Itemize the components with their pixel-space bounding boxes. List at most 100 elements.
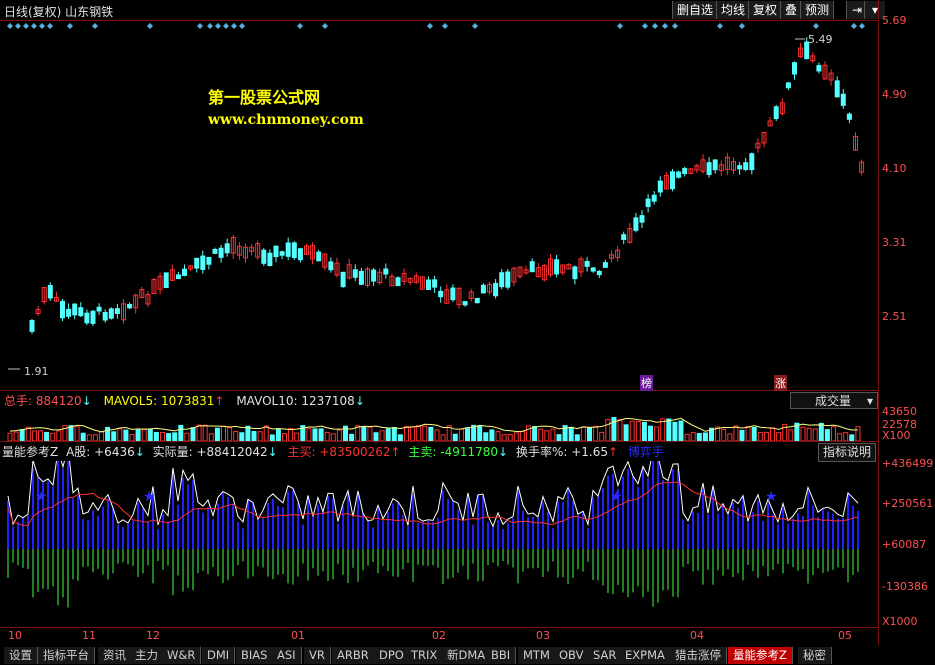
candle-body bbox=[639, 215, 645, 223]
high-marker: 5.49 bbox=[808, 33, 833, 46]
volume-bar bbox=[739, 429, 745, 441]
volume-bar bbox=[239, 432, 245, 441]
a-shares-value: A股: +6436 bbox=[66, 445, 135, 459]
date-label: 03 bbox=[536, 629, 550, 642]
tab-8[interactable]: VR bbox=[304, 647, 331, 664]
main-sell-value: 主卖: -4911780 bbox=[408, 445, 499, 459]
volume-bar bbox=[745, 425, 751, 441]
volume-bar bbox=[556, 434, 562, 441]
adjust-button[interactable]: 复权 bbox=[748, 1, 782, 19]
volume-bar bbox=[324, 431, 330, 441]
candle-body bbox=[712, 159, 718, 171]
volume-bar bbox=[373, 432, 379, 441]
volume-bar bbox=[440, 434, 446, 441]
tab-10[interactable]: DPO bbox=[374, 647, 410, 664]
candle-body bbox=[102, 311, 108, 321]
moving-average-button[interactable]: 均线 bbox=[716, 1, 750, 19]
event-badge[interactable]: 涨 bbox=[774, 375, 787, 391]
tab-16[interactable]: SAR bbox=[588, 647, 623, 664]
volume-bar bbox=[80, 432, 86, 441]
tab-6[interactable]: BIAS bbox=[236, 647, 274, 664]
tab-1[interactable]: 指标平台 bbox=[38, 647, 95, 664]
volume-bar bbox=[818, 422, 824, 441]
candle-body bbox=[316, 251, 322, 262]
volume-bar bbox=[275, 429, 281, 441]
signal-marker bbox=[7, 23, 13, 29]
game-hands-label: 博弈手 bbox=[627, 445, 664, 459]
tab-7[interactable]: ASI bbox=[272, 647, 302, 664]
candle-body bbox=[218, 247, 224, 258]
volume-bar bbox=[312, 428, 318, 441]
candle-body bbox=[340, 271, 346, 288]
volume-bar bbox=[599, 431, 605, 441]
indicator-name: 量能参考Z bbox=[2, 445, 59, 459]
overlay-button[interactable]: 叠 bbox=[780, 1, 802, 19]
volume-bar bbox=[587, 427, 592, 441]
volume-bar bbox=[507, 434, 513, 441]
signal-marker bbox=[197, 23, 203, 29]
candle-body bbox=[426, 279, 431, 290]
tab-2[interactable]: 资讯 bbox=[98, 647, 132, 664]
candle-body bbox=[743, 162, 749, 170]
candle-body bbox=[749, 153, 755, 171]
candle-body bbox=[60, 300, 65, 319]
indicator-help-button[interactable]: 指标说明 bbox=[818, 443, 877, 462]
volume-bar bbox=[648, 425, 653, 441]
candle-body bbox=[273, 245, 279, 258]
tab-3[interactable]: 主力 bbox=[130, 647, 164, 664]
volume-bar bbox=[416, 425, 422, 441]
tab-11[interactable]: TRIX bbox=[406, 647, 444, 664]
tab-9[interactable]: ARBR bbox=[332, 647, 375, 664]
event-badge[interactable]: 榜 bbox=[640, 375, 653, 391]
forecast-button[interactable]: 预测 bbox=[800, 1, 835, 19]
volume-bar bbox=[702, 432, 708, 441]
candle-body bbox=[670, 171, 675, 190]
volume-bar bbox=[202, 424, 208, 441]
candle-body bbox=[633, 217, 639, 231]
signal-marker bbox=[39, 23, 45, 29]
tab-13[interactable]: BBI bbox=[486, 647, 517, 664]
candle-body bbox=[352, 269, 358, 278]
candle-body bbox=[96, 306, 102, 312]
volume-bar bbox=[404, 425, 409, 441]
indicator-dropdown[interactable]: 成交量 ▾ bbox=[790, 392, 878, 409]
tab-20[interactable]: 秘密 bbox=[798, 647, 832, 664]
volume-bar bbox=[385, 428, 391, 441]
candle-body bbox=[279, 251, 285, 256]
volume-bar bbox=[227, 427, 233, 441]
tab-5[interactable]: DMI bbox=[202, 647, 236, 664]
tab-12[interactable]: 新DMA bbox=[442, 647, 492, 664]
tab-4[interactable]: W&R bbox=[162, 647, 202, 664]
candle-body bbox=[493, 282, 499, 297]
volume-bar bbox=[13, 431, 19, 441]
tab-14[interactable]: MTM bbox=[518, 647, 556, 664]
date-label: 02 bbox=[432, 629, 446, 642]
tab-0[interactable]: 设置 bbox=[4, 647, 38, 664]
volume-bar bbox=[684, 433, 690, 441]
volume-bar bbox=[117, 428, 123, 441]
indicator-axis-label: +60087 bbox=[882, 538, 927, 551]
tab-15[interactable]: OBV bbox=[554, 647, 590, 664]
indicator-axis-label: +436499 bbox=[882, 457, 934, 470]
volume-bar bbox=[86, 434, 92, 441]
date-label: 11 bbox=[82, 629, 96, 642]
remove-favorite-button[interactable]: 删自选 bbox=[672, 1, 718, 19]
volume-bar bbox=[654, 426, 660, 441]
volume-bar bbox=[465, 428, 470, 441]
volume-bar bbox=[172, 432, 178, 441]
axis-divider bbox=[878, 0, 879, 645]
volume-bar bbox=[770, 427, 775, 441]
volume-bar bbox=[544, 430, 550, 441]
volume-bar bbox=[330, 433, 336, 441]
tab-18[interactable]: 猎击涨停 bbox=[670, 647, 727, 664]
volume-bar bbox=[282, 433, 287, 441]
signal-marker bbox=[322, 23, 328, 29]
tab-19[interactable]: 量能参考Z bbox=[728, 647, 793, 664]
candle-body bbox=[645, 198, 651, 208]
volume-axis-unit: X100 bbox=[882, 429, 911, 442]
tab-17[interactable]: EXPMA bbox=[620, 647, 671, 664]
price-label: 5.69 bbox=[882, 14, 907, 27]
volume-bar bbox=[519, 430, 525, 441]
signal-marker bbox=[23, 23, 29, 29]
volume-bar bbox=[727, 433, 733, 441]
